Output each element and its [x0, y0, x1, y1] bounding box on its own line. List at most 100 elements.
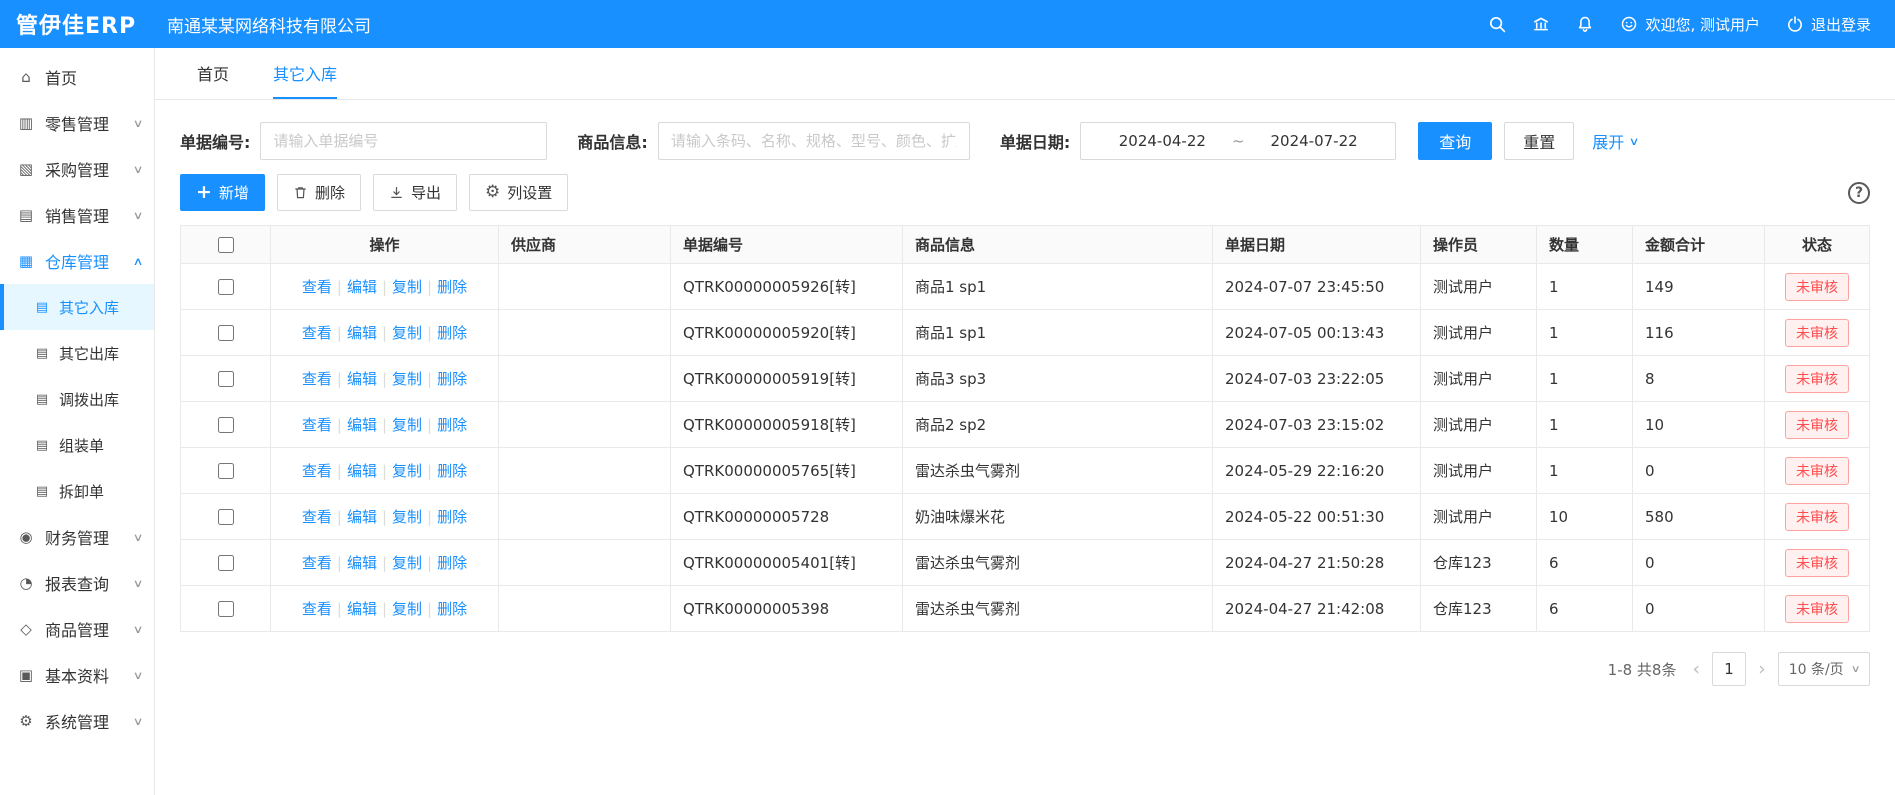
sidebar-item-sales[interactable]: ▤ 销售管理 ∨ [0, 192, 154, 238]
date-end[interactable]: 2024-07-22 [1271, 132, 1358, 150]
column-header-actions: 操作 [271, 226, 499, 264]
logout-button[interactable]: 退出登录 [1786, 14, 1871, 35]
column-settings-button[interactable]: ⚙ 列设置 [469, 174, 568, 211]
sidebar-item-basic-data[interactable]: ▣ 基本资料 ∨ [0, 652, 154, 698]
edit-link[interactable]: 编辑 [347, 462, 377, 480]
logout-icon [1786, 15, 1804, 33]
sidebar-item-transfer-outbound[interactable]: ▤ 调拨出库 [0, 376, 154, 422]
sidebar-item-disassembly[interactable]: ▤ 拆卸单 [0, 468, 154, 514]
tab-other-inbound[interactable]: 其它入库 [273, 48, 337, 99]
row-checkbox[interactable] [218, 509, 234, 525]
sidebar-item-reports[interactable]: ◔ 报表查询 ∨ [0, 560, 154, 606]
view-link[interactable]: 查看 [302, 554, 332, 572]
prev-page-icon[interactable]: ‹ [1690, 658, 1702, 680]
page-size-select[interactable]: 10 条/页 ∨ [1778, 652, 1870, 686]
sidebar-item-system[interactable]: ⚙ 系统管理 ∨ [0, 698, 154, 744]
tab-home[interactable]: 首页 [197, 48, 229, 99]
row-checkbox[interactable] [218, 417, 234, 433]
building-icon[interactable] [1532, 15, 1550, 33]
delete-link[interactable]: 删除 [437, 600, 467, 618]
view-link[interactable]: 查看 [302, 278, 332, 296]
edit-link[interactable]: 编辑 [347, 554, 377, 572]
export-button[interactable]: 导出 [373, 174, 457, 211]
welcome-user[interactable]: 欢迎您, 测试用户 [1620, 14, 1760, 35]
view-link[interactable]: 查看 [302, 416, 332, 434]
select-all-checkbox[interactable] [218, 237, 234, 253]
pagination-total: 1-8 共8条 [1608, 659, 1677, 680]
delete-link[interactable]: 删除 [437, 508, 467, 526]
delete-link[interactable]: 删除 [437, 324, 467, 342]
chevron-down-icon: ∨ [133, 715, 144, 728]
help-icon[interactable]: ? [1848, 182, 1870, 204]
bill-date-label: 单据日期: [1000, 129, 1070, 153]
row-checkbox[interactable] [218, 463, 234, 479]
actions-cell: 查看|编辑|复制|删除 [271, 448, 499, 494]
operator-cell: 测试用户 [1421, 356, 1537, 402]
status-badge: 未审核 [1785, 365, 1849, 393]
sidebar-item-finance[interactable]: ◉ 财务管理 ∨ [0, 514, 154, 560]
sidebar-item-other-inbound[interactable]: ▤ 其它入库 [0, 284, 154, 330]
sidebar-item-home[interactable]: ⌂ 首页 [0, 54, 154, 100]
goods-icon: ◇ [17, 620, 35, 638]
sidebar-item-goods[interactable]: ◇ 商品管理 ∨ [0, 606, 154, 652]
status-badge: 未审核 [1785, 273, 1849, 301]
date-range-picker[interactable]: 2024-04-22 ~ 2024-07-22 [1080, 122, 1396, 160]
sidebar-item-retail[interactable]: ▥ 零售管理 ∨ [0, 100, 154, 146]
delete-link[interactable]: 删除 [437, 416, 467, 434]
view-link[interactable]: 查看 [302, 600, 332, 618]
copy-link[interactable]: 复制 [392, 600, 422, 618]
copy-link[interactable]: 复制 [392, 278, 422, 296]
copy-link[interactable]: 复制 [392, 508, 422, 526]
view-link[interactable]: 查看 [302, 508, 332, 526]
sidebar-item-other-outbound[interactable]: ▤ 其它出库 [0, 330, 154, 376]
expand-toggle[interactable]: 展开 ∨ [1592, 129, 1638, 153]
bell-icon[interactable] [1576, 15, 1594, 33]
delete-link[interactable]: 删除 [437, 462, 467, 480]
goods-info-input[interactable] [658, 122, 970, 160]
row-checkbox[interactable] [218, 555, 234, 571]
edit-link[interactable]: 编辑 [347, 370, 377, 388]
delete-link[interactable]: 删除 [437, 554, 467, 572]
reset-button[interactable]: 重置 [1504, 122, 1574, 160]
row-checkbox[interactable] [218, 279, 234, 295]
view-link[interactable]: 查看 [302, 324, 332, 342]
edit-link[interactable]: 编辑 [347, 600, 377, 618]
row-checkbox[interactable] [218, 371, 234, 387]
copy-link[interactable]: 复制 [392, 462, 422, 480]
edit-link[interactable]: 编辑 [347, 324, 377, 342]
view-link[interactable]: 查看 [302, 462, 332, 480]
view-link[interactable]: 查看 [302, 370, 332, 388]
actions-cell: 查看|编辑|复制|删除 [271, 356, 499, 402]
chevron-down-icon: ∨ [133, 163, 144, 176]
date-cell: 2024-07-03 23:22:05 [1213, 356, 1421, 402]
date-start[interactable]: 2024-04-22 [1119, 132, 1206, 150]
operator-cell: 仓库123 [1421, 540, 1537, 586]
sidebar-item-label: 其它入库 [59, 297, 119, 318]
row-checkbox[interactable] [218, 601, 234, 617]
page-number[interactable]: 1 [1712, 652, 1746, 686]
delete-link[interactable]: 删除 [437, 370, 467, 388]
actions-cell: 查看|编辑|复制|删除 [271, 586, 499, 632]
edit-link[interactable]: 编辑 [347, 508, 377, 526]
date-cell: 2024-07-03 23:15:02 [1213, 402, 1421, 448]
search-icon[interactable] [1488, 15, 1506, 33]
copy-link[interactable]: 复制 [392, 554, 422, 572]
copy-link[interactable]: 复制 [392, 416, 422, 434]
sidebar-item-assembly[interactable]: ▤ 组装单 [0, 422, 154, 468]
status-badge: 未审核 [1785, 319, 1849, 347]
row-checkbox[interactable] [218, 325, 234, 341]
edit-link[interactable]: 编辑 [347, 416, 377, 434]
bill-no-input[interactable] [260, 122, 547, 160]
sidebar-item-warehouse[interactable]: ▦ 仓库管理 ∧ [0, 238, 154, 284]
next-page-icon[interactable]: › [1756, 658, 1768, 680]
delete-link[interactable]: 删除 [437, 278, 467, 296]
delete-button[interactable]: 删除 [277, 174, 361, 211]
sidebar-item-purchase[interactable]: ▧ 采购管理 ∨ [0, 146, 154, 192]
column-header-operator: 操作员 [1421, 226, 1537, 264]
copy-link[interactable]: 复制 [392, 370, 422, 388]
edit-link[interactable]: 编辑 [347, 278, 377, 296]
add-button[interactable]: + 新增 [180, 174, 265, 211]
copy-link[interactable]: 复制 [392, 324, 422, 342]
search-button[interactable]: 查询 [1418, 122, 1492, 160]
date-cell: 2024-04-27 21:42:08 [1213, 586, 1421, 632]
